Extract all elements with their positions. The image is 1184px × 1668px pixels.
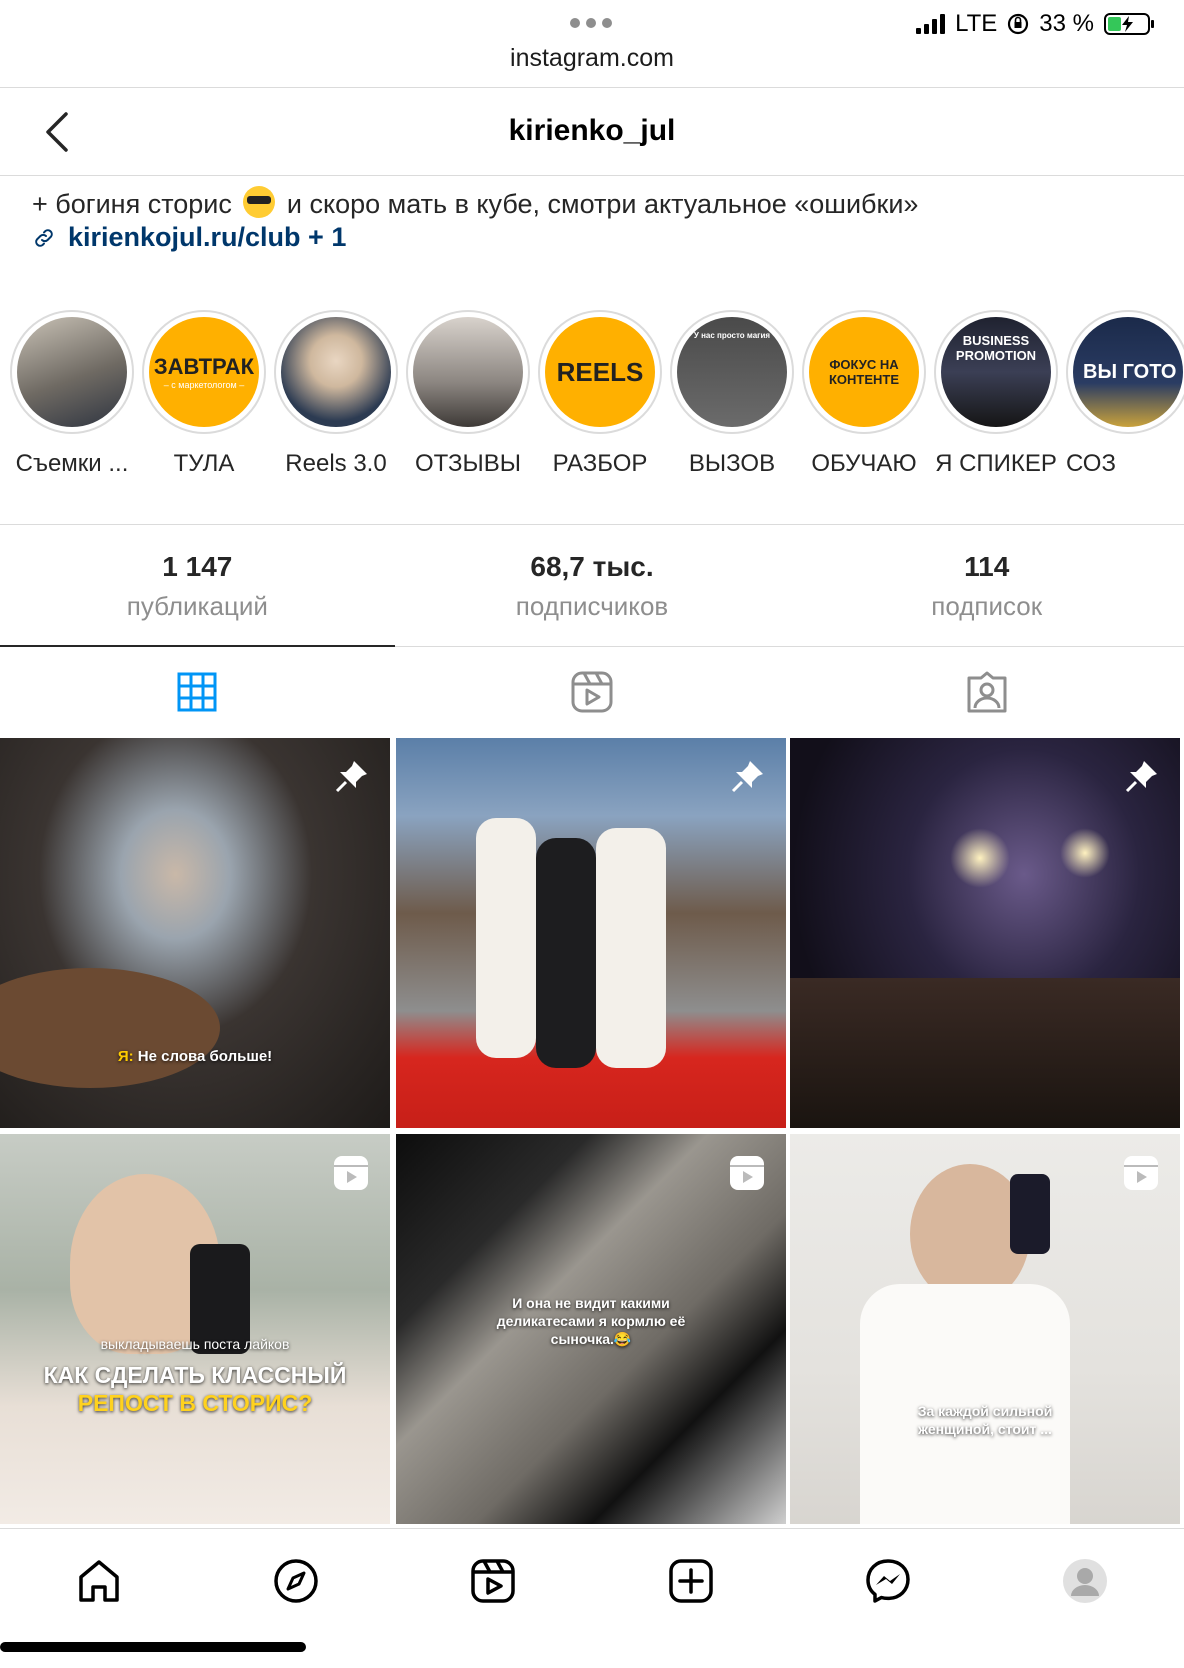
home-icon (78, 1559, 119, 1602)
post-caption: выкладываешь поста лайков (100, 1336, 290, 1352)
nav-create[interactable] (592, 1529, 789, 1632)
figure-shape (476, 818, 536, 1058)
home-indicator (0, 1642, 306, 1652)
post-headline: РЕПОСТ В СТОРИС? (77, 1390, 313, 1416)
more-dots-icon[interactable] (570, 18, 612, 28)
link-icon (35, 228, 53, 247)
table-shape (0, 968, 220, 1088)
highlight-item[interactable]: Съемки ... (10, 310, 134, 478)
nav-profile[interactable] (987, 1529, 1184, 1632)
story-highlights: Съемки ... ЗАВТРАК – с маркетологом – ТУ… (8, 310, 1184, 480)
tab-reels[interactable] (395, 647, 790, 736)
highlight-item[interactable]: ВЫ ГОТО СОЗ (1066, 310, 1184, 478)
status-indicators: LTE 33 % (916, 10, 1154, 38)
grid-icon (177, 672, 217, 711)
profile-header: kirienko_jul (0, 88, 1184, 176)
highlight-cover (413, 317, 523, 427)
highlight-cover: ФОКУС НА КОНТЕНТЕ (809, 317, 919, 427)
sunglasses-emoji-icon (243, 186, 276, 218)
battery-icon (1104, 13, 1154, 35)
stat-followers[interactable]: 68,7 тыс. подписчиков (395, 525, 790, 646)
bio-link[interactable]: kirienkojul.ru/club + 1 (32, 222, 346, 253)
bio-text: + богиня сторис и скоро мать в кубе, смо… (32, 186, 918, 220)
post-tile[interactable] (790, 738, 1180, 1128)
profile-avatar (1063, 1558, 1108, 1603)
highlight-cover (281, 317, 391, 427)
carrier-label: LTE (955, 10, 998, 37)
profile-tabs (0, 645, 1184, 736)
highlight-item[interactable]: BUSINESS PROMOTION Я СПИКЕР (934, 310, 1058, 478)
nav-explore[interactable] (197, 1529, 394, 1632)
post-tile[interactable]: За каждой сильной женщиной, стоит ... (790, 1134, 1180, 1524)
reels-icon (471, 1558, 516, 1603)
highlight-cover: ВЫ ГОТО (1073, 317, 1183, 427)
bottom-nav (0, 1528, 1184, 1632)
tab-tagged[interactable] (789, 647, 1184, 736)
highlight-cover (17, 317, 127, 427)
stat-posts[interactable]: 1 147 публикаций (0, 525, 395, 646)
tab-posts[interactable] (0, 645, 395, 736)
reels-icon (571, 671, 613, 712)
nav-home[interactable] (0, 1529, 197, 1632)
figure-shape (596, 828, 666, 1068)
profile-stats: 1 147 публикаций 68,7 тыс. подписчиков 1… (0, 524, 1184, 646)
pin-icon (1125, 761, 1157, 793)
messenger-icon (866, 1558, 910, 1603)
post-tile[interactable]: Я: Не слова больше! (0, 738, 390, 1128)
audience-shape (790, 978, 1180, 1128)
post-tile[interactable]: И она не видит какими деликатесами я кор… (396, 1134, 786, 1524)
explore-icon (274, 1558, 318, 1603)
stat-following[interactable]: 114 подписок (789, 525, 1184, 646)
post-caption: Я: Не слова больше! (117, 1048, 273, 1065)
post-caption: И она не видит какими деликатесами я кор… (496, 1295, 686, 1347)
highlight-cover: ЗАВТРАК – с маркетологом – (149, 317, 259, 427)
posts-grid: Я: Не слова больше! выкладываешь поста л… (0, 738, 1184, 1528)
highlight-item[interactable]: ОТЗЫВЫ (406, 310, 530, 478)
orientation-lock-icon (1008, 13, 1029, 35)
reels-icon (730, 1156, 764, 1190)
highlight-item[interactable]: ЗАВТРАК – с маркетологом – ТУЛА (142, 310, 266, 478)
create-icon (668, 1558, 713, 1603)
highlight-cover: BUSINESS PROMOTION (941, 317, 1051, 427)
highlight-item[interactable]: У нас просто магия ВЫЗОВ (670, 310, 794, 478)
nav-reels[interactable] (395, 1529, 592, 1632)
figure-shape (536, 838, 596, 1068)
signal-icon (916, 14, 946, 34)
highlight-item[interactable]: ФОКУС НА КОНТЕНТЕ ОБУЧАЮ (802, 310, 926, 478)
pin-icon (731, 761, 763, 793)
status-bar: LTE 33 % (0, 0, 1184, 44)
highlight-cover: У нас просто магия (677, 317, 787, 427)
highlight-item[interactable]: Reels 3.0 (274, 310, 398, 478)
url-bar[interactable]: instagram.com (0, 44, 1184, 88)
highlight-item[interactable]: REELS РАЗБОР (538, 310, 662, 478)
reels-icon (1124, 1156, 1158, 1190)
post-headline: КАК СДЕЛАТЬ КЛАССНЫЙ (43, 1362, 347, 1388)
tagged-icon (967, 671, 1007, 712)
pin-icon (335, 761, 367, 793)
highlight-cover: REELS (545, 317, 655, 427)
battery-percent: 33 % (1039, 10, 1094, 37)
post-tile[interactable]: выкладываешь поста лайков КАК СДЕЛАТЬ КЛ… (0, 1134, 390, 1524)
nav-messenger[interactable] (789, 1529, 986, 1632)
post-caption: За каждой сильной женщиной, стоит ... (917, 1403, 1053, 1437)
url-text: instagram.com (510, 44, 674, 72)
phone-shape (1010, 1174, 1050, 1254)
reels-icon (334, 1156, 368, 1190)
page-title: kirienko_jul (508, 114, 676, 147)
post-tile[interactable] (396, 738, 786, 1128)
